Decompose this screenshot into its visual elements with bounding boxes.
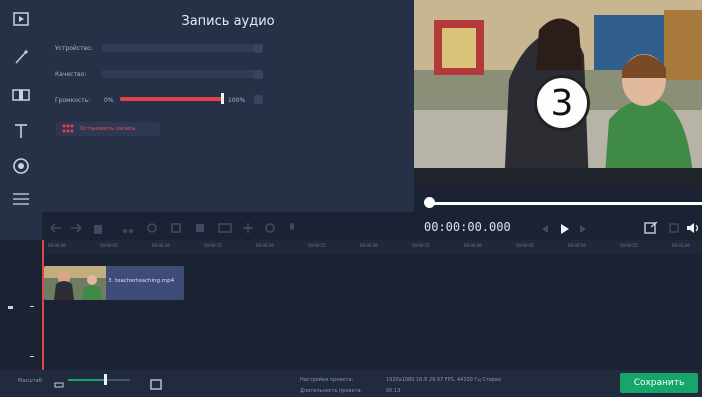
volume-extra-button[interactable] (254, 95, 263, 104)
clip-properties-icon[interactable] (242, 219, 254, 238)
zoom-slider-handle[interactable] (104, 374, 108, 385)
transitions-icon[interactable] (7, 82, 35, 108)
timeline-tick-label: 00:01:00 (672, 243, 690, 248)
zoom-slider-track[interactable] (68, 379, 130, 381)
delete-icon[interactable] (92, 219, 104, 238)
import-media-icon[interactable] (7, 6, 35, 32)
stop-recording-label: Остановить запись (80, 126, 136, 132)
volume-min-label: 0% (104, 97, 114, 104)
clip-label: 3. teacherteaching.mp4 (108, 278, 175, 284)
status-bar: Масштаб: Настройки проекта: 1920x1080 16… (0, 370, 702, 397)
device-label: Устройство: (55, 45, 93, 52)
undo-icon[interactable] (48, 219, 62, 238)
crop-icon[interactable] (170, 219, 182, 238)
filters-wand-icon[interactable] (7, 44, 35, 70)
timeline-tick-label: 00:00:50 (568, 243, 586, 248)
scale-label: Масштаб: (18, 378, 44, 384)
play-icon[interactable] (558, 220, 570, 239)
cut-icon[interactable] (122, 219, 134, 238)
image-overlay-icon[interactable] (218, 219, 232, 238)
video-preview: 3 (414, 0, 702, 188)
fullscreen-icon[interactable] (668, 219, 680, 238)
quality-label: Качество: (55, 71, 87, 78)
rotate-icon[interactable] (146, 219, 158, 238)
record-voice-icon[interactable] (286, 219, 298, 238)
countdown-badge: 3 (534, 75, 590, 131)
project-settings-label: Настройки проекта: (300, 377, 354, 383)
timeline-tick-label: 00:00:35 (412, 243, 430, 248)
track-header-column (0, 254, 42, 370)
track-marker (8, 306, 13, 309)
project-duration-value: 00:13 (386, 388, 401, 394)
save-button[interactable]: Сохранить (620, 373, 698, 393)
volume-max-label: 100% (228, 97, 246, 104)
titles-icon[interactable] (7, 118, 35, 144)
record-dots-icon (62, 124, 74, 133)
zoom-out-icon[interactable] (54, 375, 64, 394)
zoom-in-icon[interactable] (150, 375, 162, 394)
next-frame-icon[interactable] (578, 220, 590, 239)
panel-title: Запись аудио (181, 14, 275, 29)
more-tools-icon[interactable] (7, 186, 35, 212)
volume-speaker-icon[interactable] (686, 219, 700, 238)
timeline-tick-label: 00:00:45 (516, 243, 534, 248)
playhead[interactable] (42, 240, 44, 370)
export-snapshot-icon[interactable] (644, 219, 658, 238)
volume-slider-fill (120, 97, 222, 101)
timeline-tick-label: 00:00:25 (308, 243, 326, 248)
quality-settings-button[interactable] (254, 70, 263, 79)
timeline-tick-label: 00:00:00 (48, 243, 66, 248)
seek-handle[interactable] (424, 197, 435, 208)
project-settings-value[interactable]: 1920x1080 16:9 29.97 FPS, 44100 Гц Стере… (386, 377, 501, 383)
timeline-tick-label: 00:00:10 (152, 243, 170, 248)
quality-select[interactable] (102, 70, 262, 78)
previous-frame-icon[interactable] (538, 220, 550, 239)
track-marker-dash (30, 356, 34, 357)
timecode-display: 00:00:00.000 (424, 220, 511, 234)
timeline-tick-label: 00:00:15 (204, 243, 222, 248)
clip-thumbnail (44, 266, 106, 300)
volume-slider-handle[interactable] (221, 93, 224, 104)
timeline-tick-label: 00:00:05 (100, 243, 118, 248)
timeline-tick-label: 00:00:40 (464, 243, 482, 248)
stickers-icon[interactable] (7, 153, 35, 179)
timeline-tick-label: 00:00:55 (620, 243, 638, 248)
timeline-tick-label: 00:00:20 (256, 243, 274, 248)
track-marker-dash (30, 306, 34, 307)
redo-icon[interactable] (70, 219, 84, 238)
timeline-tick-label: 00:00:30 (360, 243, 378, 248)
volume-slider-track[interactable] (120, 97, 222, 101)
zoom-slider-fill (68, 379, 106, 381)
color-adjust-icon[interactable] (194, 219, 206, 238)
volume-label: Громкость: (55, 97, 91, 104)
device-settings-button[interactable] (254, 44, 263, 53)
audio-recording-panel: Запись аудио Устройство: Качество: Громк… (42, 0, 414, 212)
stop-recording-button[interactable]: Остановить запись (56, 122, 160, 136)
timeline-ruler[interactable]: 00:00:00 00:00:05 00:00:10 00:00:15 00:00:20… (42, 240, 702, 254)
left-toolbar (0, 0, 42, 240)
device-select[interactable] (102, 44, 262, 52)
stabilize-icon[interactable] (264, 219, 276, 238)
seek-bar[interactable] (430, 202, 702, 205)
project-duration-label: Длительность проекта: (300, 388, 363, 394)
video-clip[interactable]: 3. teacherteaching.mp4 (44, 266, 184, 300)
